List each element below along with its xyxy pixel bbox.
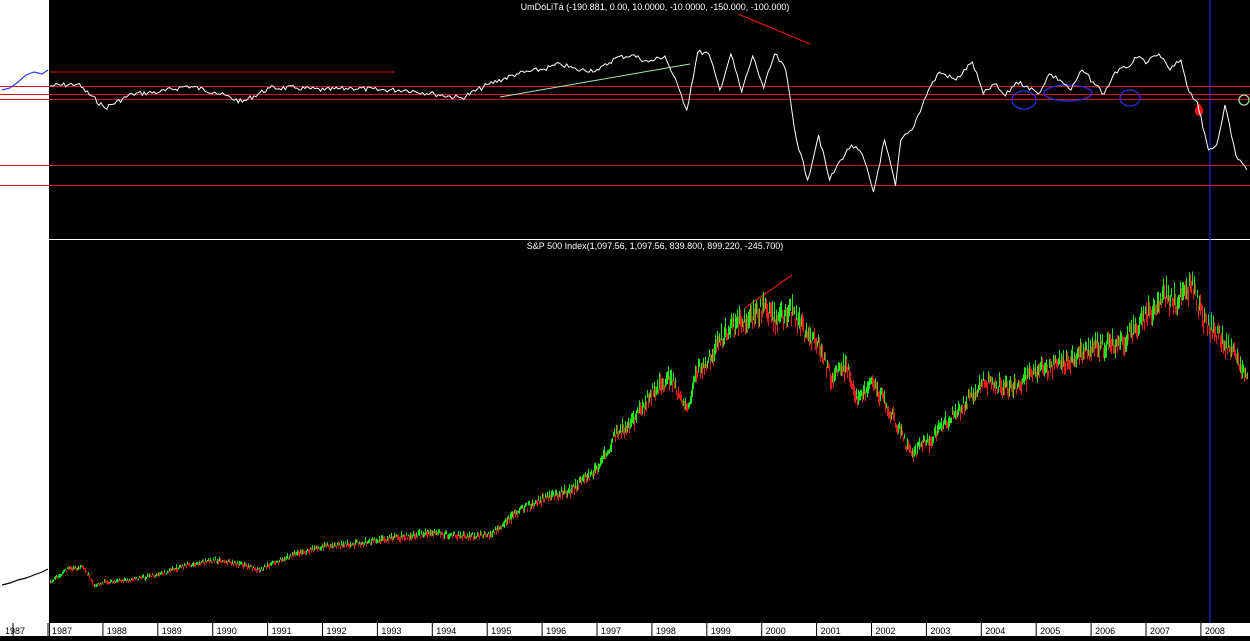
x-axis-strip [0,623,1250,636]
tick-label-7: 1993 [381,626,401,636]
tick-label-5: 1991 [272,626,292,636]
chart-canvas: UmDóLiTá (-190.881, 0.00, 10.0000, -10.0… [0,0,1250,636]
tick-label-12: 1998 [656,626,676,636]
lower-chart-title: S&P 500 Index(1,097.56, 1,097.56, 839.80… [527,241,784,251]
tick-label-15: 2001 [821,626,841,636]
tick-label-2: 1988 [107,626,127,636]
tick-label-13: 1999 [711,626,731,636]
tick-label-9: 1995 [491,626,511,636]
upper-left-margin [0,0,49,240]
tick-label-22: 2008 [1205,626,1225,636]
tick-label-19: 2005 [1040,626,1060,636]
tick-label-11: 1997 [601,626,621,636]
tick-label-8: 1994 [436,626,456,636]
tick-label-4: 1990 [217,626,237,636]
tick-label-10: 1996 [546,626,566,636]
tick-label-14: 2000 [766,626,786,636]
upper-chart-title: UmDóLiTá (-190.881, 0.00, 10.0000, -10.0… [521,2,790,12]
tick-label-17: 2003 [930,626,950,636]
tick-label-16: 2002 [875,626,895,636]
background [0,0,1250,636]
tick-label-18: 2004 [985,626,1005,636]
tick-label-1: 1987 [52,626,72,636]
lower-left-margin [0,240,49,623]
tick-label-3: 1989 [162,626,182,636]
tick-label-6: 1992 [326,626,346,636]
chart-window: UmDóLiTá (-190.881, 0.00, 10.0000, -10.0… [0,0,1250,636]
tick-label-0: 1987 [5,626,25,636]
chart-frame: UmDóLiTá (-190.881, 0.00, 10.0000, -10.0… [0,0,1250,636]
tick-label-21: 2007 [1150,626,1170,636]
tick-label-20: 2006 [1095,626,1115,636]
